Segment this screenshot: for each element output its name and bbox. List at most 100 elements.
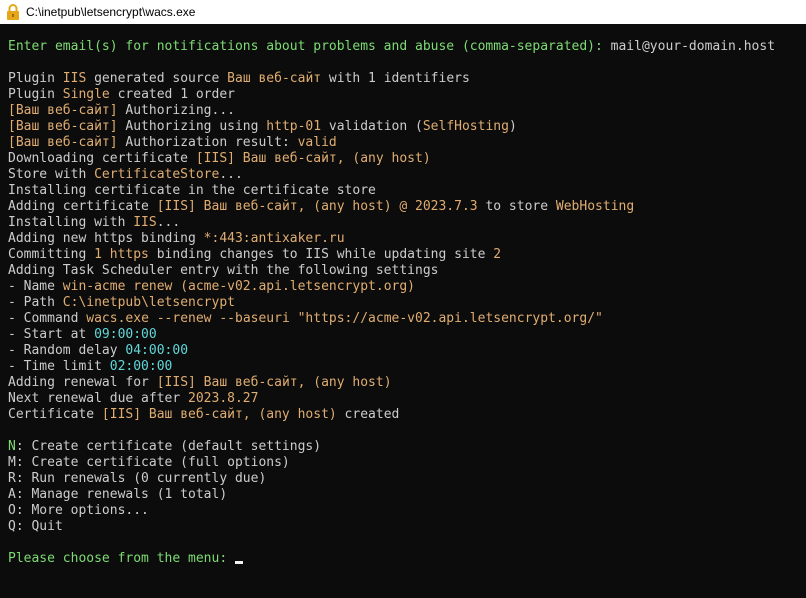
console-segment: wacs.exe --renew --baseuri "https://acme… [86,311,603,326]
console-line: [Ваш веб-сайт] Authorization result: val… [8,135,775,151]
console-segment: M: Create certificate (full options) [8,455,290,470]
console-segment: Adding certificate [8,199,157,214]
console-segment: WebHosting [555,199,635,214]
console-segment: Single [62,87,110,102]
console-line: Plugin IIS generated source Ваш веб-сайт… [8,71,775,87]
console-segment: Adding new https binding [8,231,204,246]
console-segment: Enter email(s) for notifications about p… [8,39,611,54]
console-segment: [Ваш веб-сайт] [8,119,118,134]
console-line: Next renewal due after 2023.8.27 [8,391,775,407]
console-segment: IIS [62,71,87,86]
console-segment: Downloading certificate [8,151,196,166]
console-segment: mail@your-domain.host [610,39,776,54]
console-segment: Adding renewal for [8,375,157,390]
console-segment: created 1 order [109,87,235,102]
console-segment: https [109,247,149,262]
console-segment: with 1 identifiers [321,71,470,86]
console-segment: A: Manage renewals (1 total) [8,487,228,502]
console-segment: C:\inetpub\letsencrypt [62,295,235,310]
console-segment: win-acme renew (acme-v02.api.letsencrypt… [62,279,415,294]
console-segment: 09:00:00 [94,327,157,342]
console-line: Committing 1 https binding changes to II… [8,247,775,263]
console-line: R: Run renewals (0 currently due) [8,471,775,487]
console-line: Store with CertificateStore... [8,167,775,183]
console-segment: - Random delay [8,343,126,358]
console-segment: - Path [8,295,63,310]
console-segment: - Time limit [8,359,110,374]
console-segment: Authorization result: [117,135,298,150]
console-segment: validation ( [321,119,423,134]
console-line: N: Create certificate (default settings) [8,439,775,455]
console-segment: IIS [133,215,157,230]
console-segment: Adding Task Scheduler entry with the fol… [8,263,439,278]
console-line: O: More options... [8,503,775,519]
console-line: [Ваш веб-сайт] Authorizing... [8,103,775,119]
console-segment: Plugin [8,87,63,102]
console-segment: Plugin [8,71,63,86]
console-segment: to store [477,199,556,214]
console-line: Installing certificate in the certificat… [8,183,775,199]
console-line: - Name win-acme renew (acme-v02.api.lets… [8,279,775,295]
console-segment: [Ваш веб-сайт] [8,103,118,118]
console-segment: ... [156,215,181,230]
console-line: M: Create certificate (full options) [8,455,775,471]
console-segment: binding changes to IIS while updating si… [148,247,494,262]
console-segment: [IIS] Ваш веб-сайт, (any host) [156,375,392,390]
console-line: Please choose from the menu: [8,551,775,567]
console-line: [Ваш веб-сайт] Authorizing using http-01… [8,119,775,135]
console-line: - Random delay 04:00:00 [8,343,775,359]
title-bar: C:\inetpub\letsencrypt\wacs.exe [0,0,806,24]
console-segment: Committing [8,247,95,262]
console-segment: generated source [86,71,228,86]
console-segment: Please choose from the menu: [8,551,235,566]
console-segment: [IIS] Ваш веб-сайт, (any host) [195,151,431,166]
console-segment: [Ваш веб-сайт] [8,135,118,150]
console-segment: [IIS] Ваш веб-сайт, (any host) [101,407,337,422]
console-segment: 04:00:00 [125,343,189,358]
console-line: - Start at 09:00:00 [8,327,775,343]
console-segment: 2023.8.27 [188,391,259,406]
console-segment: created [336,407,400,422]
console-line: Adding new https binding *:443:antixaker… [8,231,775,247]
console-segment: Next renewal due after [8,391,189,406]
console-line: Certificate [IIS] Ваш веб-сайт, (any hos… [8,407,775,423]
console-line: Q: Quit [8,519,775,535]
console-segment: Authorizing using [117,119,267,134]
console-output[interactable]: Enter email(s) for notifications about p… [0,24,806,598]
console-segment: [IIS] Ваш веб-сайт, (any host) @ 2023.7.… [156,199,478,214]
console-segment: ... [219,167,243,182]
console-line: Plugin Single created 1 order [8,87,775,103]
console-segment: CertificateStore [94,167,220,182]
console-segment: N [8,439,16,454]
console-segment: http-01 [266,119,322,134]
console-segment [102,247,110,262]
console-segment: Authorizing... [117,103,235,118]
console-line: A: Manage renewals (1 total) [8,487,775,503]
console-segment: O: More options... [8,503,149,518]
console-line: Adding renewal for [IIS] Ваш веб-сайт, (… [8,375,775,391]
console-segment: 2 [493,247,502,262]
console-line: Adding Task Scheduler entry with the fol… [8,263,775,279]
text-cursor[interactable] [234,561,243,564]
console-segment: - Start at [8,327,95,342]
console-segment: : Create certificate (default settings) [15,439,322,454]
console-segment: - Name [8,279,63,294]
console-text: Enter email(s) for notifications about p… [8,39,775,567]
console-segment: R: Run renewals (0 currently due) [8,471,267,486]
console-segment: Store with [8,167,95,182]
console-segment: 1 [94,247,102,262]
console-segment: - Command [8,311,87,326]
console-line: - Path C:\inetpub\letsencrypt [8,295,775,311]
console-segment: Installing certificate in the certificat… [8,183,376,198]
console-line: Downloading certificate [IIS] Ваш веб-са… [8,151,775,167]
lock-icon [5,4,21,20]
console-line: Adding certificate [IIS] Ваш веб-сайт, (… [8,199,775,215]
console-line: Enter email(s) for notifications about p… [8,39,775,55]
console-segment: ) [508,119,517,134]
console-segment: Certificate [8,407,102,422]
console-segment: SelfHosting [422,119,509,134]
console-line: - Time limit 02:00:00 [8,359,775,375]
